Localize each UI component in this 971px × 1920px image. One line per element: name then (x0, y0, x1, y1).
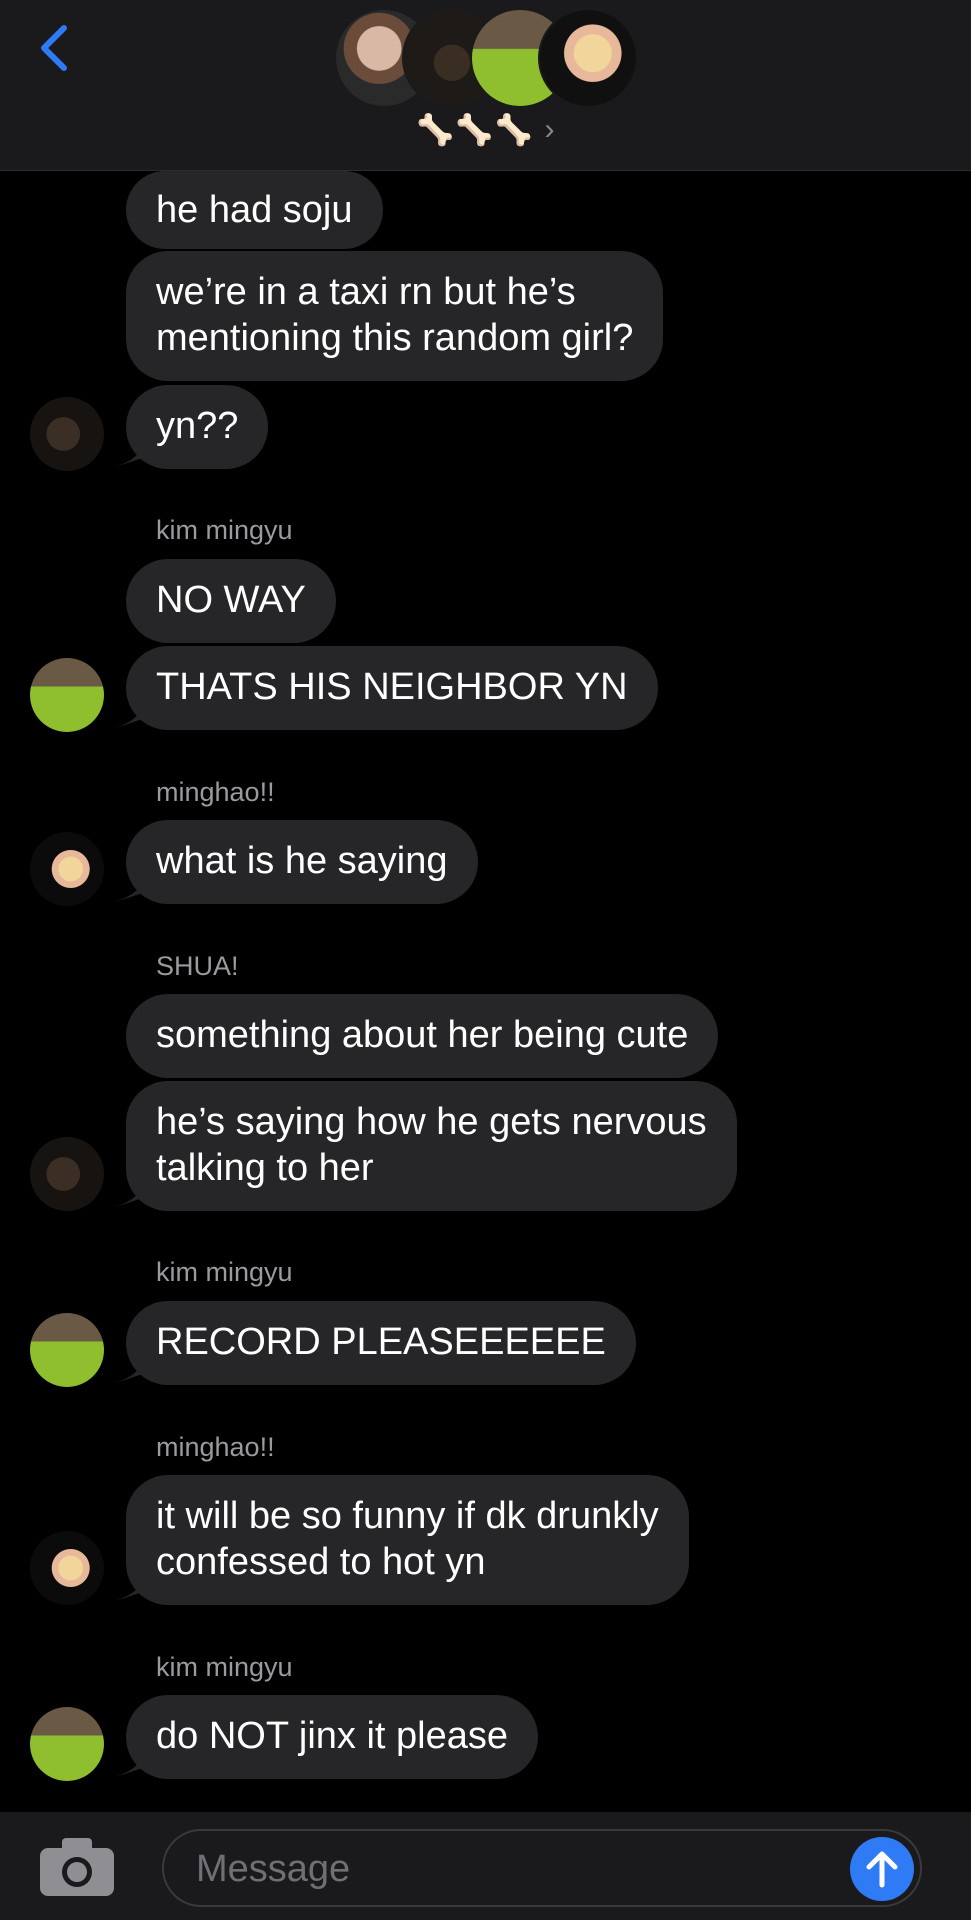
message-bubble[interactable]: what is he saying (126, 820, 478, 904)
avatar[interactable] (30, 658, 104, 732)
bubble-tail (112, 694, 152, 728)
bubble-tail (112, 868, 152, 902)
group-emoji: 🦴🦴🦴 (416, 113, 535, 147)
message-bubble[interactable]: he had soju (126, 171, 383, 249)
sender-name: kim mingyu (156, 1652, 293, 1682)
bubble-tail (112, 1743, 152, 1777)
message-text: NO WAY (156, 579, 306, 621)
conversation-header: 🦴🦴🦴 › (0, 0, 971, 171)
sender-name: SHUA! (156, 951, 239, 981)
arrow-up-icon (866, 1851, 898, 1888)
avatar[interactable] (30, 832, 104, 906)
group-name[interactable]: 🦴🦴🦴 › (0, 112, 971, 148)
message-text: confessed to hot yn (156, 1541, 486, 1583)
send-button[interactable] (850, 1837, 914, 1901)
bubble-tail (112, 1349, 152, 1383)
avatar (538, 8, 638, 108)
sender-name: kim mingyu (156, 1257, 293, 1287)
camera-icon (40, 1838, 114, 1896)
avatar[interactable] (30, 1531, 104, 1605)
avatar[interactable] (30, 1137, 104, 1211)
message-input[interactable] (194, 1843, 798, 1895)
message-text: yn?? (156, 405, 239, 447)
message-text: do NOT jinx it please (156, 1715, 509, 1757)
avatar[interactable] (30, 1707, 104, 1781)
message-bubble[interactable]: RECORD PLEASEEEEEE (126, 1301, 636, 1385)
message-text: mentioning this random girl? (156, 317, 634, 359)
message-text: he’s saying how he gets nervous (156, 1101, 707, 1143)
bubble-tail (112, 433, 152, 467)
message-bubble[interactable]: he’s saying how he gets nervous talking … (126, 1081, 737, 1211)
bubble-tail (112, 1567, 152, 1601)
message-bubble[interactable]: THATS HIS NEIGHBOR YN (126, 646, 658, 730)
message-field[interactable] (162, 1829, 922, 1907)
message-text: RECORD PLEASEEEEEE (156, 1321, 606, 1363)
message-bubble[interactable]: we’re in a taxi rn but he’s mentioning t… (126, 251, 664, 381)
sender-name: minghao!! (156, 777, 275, 807)
message-text: we’re in a taxi rn but he’s (156, 271, 576, 313)
message-list[interactable]: he had soju we’re in a taxi rn but he’s … (0, 171, 971, 1811)
camera-button[interactable] (38, 1836, 116, 1898)
message-text: THATS HIS NEIGHBOR YN (156, 666, 628, 708)
message-bubble[interactable]: something about her being cute (126, 994, 719, 1078)
message-text: something about her being cute (156, 1014, 689, 1056)
sender-name: kim mingyu (156, 515, 293, 545)
composer-bar (0, 1812, 971, 1920)
avatar[interactable] (30, 1313, 104, 1387)
avatar[interactable] (30, 397, 104, 471)
message-text: he had soju (156, 189, 353, 231)
message-text: it will be so funny if dk drunkly (156, 1495, 659, 1537)
sender-name: minghao!! (156, 1432, 275, 1462)
group-avatars[interactable] (334, 8, 638, 108)
bubble-tail (112, 1173, 152, 1207)
message-text: what is he saying (156, 840, 448, 882)
chevron-left-icon (41, 25, 67, 71)
message-bubble[interactable]: it will be so funny if dk drunkly confes… (126, 1475, 689, 1605)
message-bubble[interactable]: NO WAY (126, 559, 336, 643)
message-bubble[interactable]: do NOT jinx it please (126, 1695, 539, 1779)
chevron-right-icon: › (544, 113, 555, 146)
back-button[interactable] (28, 18, 88, 78)
message-text: talking to her (156, 1147, 374, 1189)
